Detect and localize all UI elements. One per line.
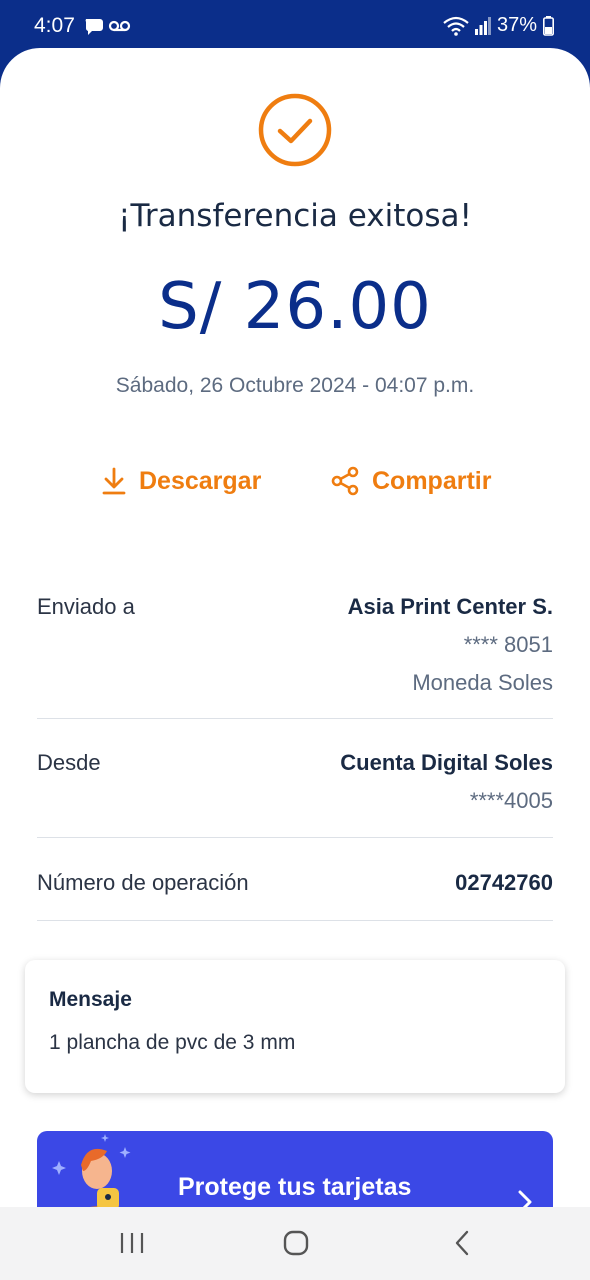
divider (37, 920, 553, 921)
notification-icons (84, 16, 132, 40)
back-icon (455, 1230, 469, 1256)
download-label: Descargar (139, 466, 262, 495)
success-title: ¡Transferencia exitosa! (118, 198, 472, 234)
operation-label: Número de operación (37, 870, 249, 895)
message-title: Mensaje (49, 988, 132, 1011)
chevron-right-icon (518, 1190, 532, 1208)
divider (37, 837, 553, 838)
recent-apps-button[interactable] (112, 1225, 152, 1261)
success-check-icon (258, 93, 332, 167)
recent-apps-icon (120, 1233, 144, 1253)
status-time: 4:07 (34, 14, 75, 37)
message-card: Mensaje 1 plancha de pvc de 3 mm (25, 960, 565, 1093)
message-text: 1 plancha de pvc de 3 mm (49, 1031, 296, 1054)
home-button[interactable] (276, 1225, 316, 1261)
sent-to-label: Enviado a (37, 594, 135, 619)
battery-icon (543, 15, 554, 36)
source-account-number: ****4005 (469, 788, 553, 813)
battery-percent: 37% (496, 14, 537, 36)
promo-banner[interactable]: Protege tus tarjetas (37, 1131, 553, 1208)
receipt-sheet: ¡Transferencia exitosa! S/ 26.00 Sábado,… (0, 48, 590, 1208)
share-button[interactable]: Compartir (330, 466, 491, 496)
recipient-name: Asia Print Center S. (347, 594, 553, 619)
recipient-currency: Moneda Soles (412, 670, 553, 695)
share-icon (331, 466, 359, 496)
back-button[interactable] (442, 1225, 482, 1261)
recipient-account: **** 8051 (463, 632, 553, 657)
transfer-amount: S/ 26.00 (158, 270, 432, 344)
home-icon (283, 1230, 309, 1256)
promo-text: Protege tus tarjetas (178, 1173, 412, 1201)
operation-number: 02742760 (455, 870, 553, 895)
download-icon (102, 467, 126, 495)
chat-bubble-icon (85, 19, 103, 35)
status-right: 37% (443, 14, 554, 37)
divider (37, 718, 553, 719)
share-label: Compartir (372, 466, 492, 495)
download-button[interactable]: Descargar (101, 466, 261, 496)
system-nav-bar (0, 1207, 590, 1280)
voicemail-icon (108, 20, 131, 32)
transfer-datetime: Sábado, 26 Octubre 2024 - 04:07 p.m. (115, 374, 475, 397)
from-label: Desde (37, 750, 101, 775)
wifi-icon (443, 16, 469, 36)
superhero-illustration-icon (52, 1134, 131, 1208)
status-bar: 4:07 37% (0, 0, 590, 52)
source-account-name: Cuenta Digital Soles (340, 750, 553, 775)
signal-icon (474, 16, 491, 35)
